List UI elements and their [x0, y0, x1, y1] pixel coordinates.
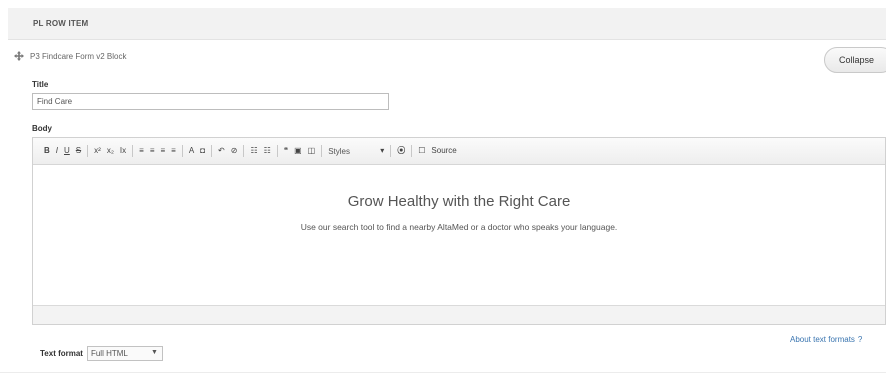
- underline-button[interactable]: U: [61, 144, 73, 158]
- content-heading: Grow Healthy with the Right Care: [347, 193, 571, 210]
- special-char-button[interactable]: ⦿: [394, 144, 408, 158]
- link-icon[interactable]: ⊘: [228, 144, 241, 158]
- text-format-label: Text format: [40, 349, 83, 358]
- superscript-button[interactable]: x²: [91, 144, 104, 158]
- align-right-button[interactable]: ≡: [158, 144, 169, 158]
- align-center-button[interactable]: ≡: [147, 144, 158, 158]
- styles-dropdown-arrow-icon[interactable]: ▾: [377, 144, 387, 158]
- styles-dropdown[interactable]: Styles: [325, 147, 377, 156]
- text-format-value: Full HTML: [90, 349, 128, 358]
- image-button[interactable]: ▣: [291, 144, 305, 158]
- toolbar-separator: [211, 145, 213, 157]
- editor-toolbar: B I U S x² x₂ Ix ≡ ≡ ≡ ≡ A ◘ ↶ ⊘ ☷ ☷ ❝ ▣…: [33, 138, 885, 165]
- chevron-down-icon: ▼: [151, 349, 158, 356]
- numbered-list-button[interactable]: ☷: [261, 144, 274, 158]
- text-format-select[interactable]: Full HTML ▼: [86, 346, 163, 361]
- body-label: Body: [32, 124, 52, 133]
- editor-content-area[interactable]: Grow Healthy with the Right Care Use our…: [33, 165, 885, 307]
- drag-handle-icon[interactable]: [14, 51, 24, 61]
- rich-text-editor: B I U S x² x₂ Ix ≡ ≡ ≡ ≡ A ◘ ↶ ⊘ ☷ ☷ ❝ ▣…: [32, 137, 886, 325]
- section-title: PL ROW ITEM: [33, 19, 89, 28]
- help-icon: ?: [857, 335, 863, 344]
- bold-button[interactable]: B: [41, 144, 53, 158]
- subscript-button[interactable]: x₂: [104, 144, 117, 158]
- toolbar-separator: [390, 145, 392, 157]
- blockquote-button[interactable]: ❝: [281, 144, 291, 158]
- toolbar-separator: [87, 145, 89, 157]
- block-label: P3 Findcare Form v2 Block: [30, 51, 127, 61]
- unlink-icon[interactable]: ↶: [215, 144, 228, 158]
- collapse-button[interactable]: Collapse: [824, 47, 886, 73]
- block-row: P3 Findcare Form v2 Block: [14, 51, 126, 61]
- italic-button[interactable]: I: [53, 144, 61, 158]
- about-text-formats-link[interactable]: About text formats ?: [790, 335, 862, 344]
- toolbar-separator: [132, 145, 134, 157]
- source-button[interactable]: Source: [428, 144, 459, 158]
- media-button[interactable]: ◫: [305, 144, 319, 158]
- align-left-button[interactable]: ≡: [136, 144, 147, 158]
- section-header: PL ROW ITEM: [8, 8, 886, 40]
- editor-statusbar: [33, 305, 885, 324]
- toolbar-separator: [321, 145, 323, 157]
- maximize-button[interactable]: ☐: [415, 144, 428, 158]
- title-label: Title: [32, 80, 49, 89]
- bg-color-button[interactable]: ◘: [197, 144, 208, 158]
- toolbar-separator: [181, 145, 183, 157]
- text-color-button[interactable]: A: [186, 144, 197, 158]
- align-justify-button[interactable]: ≡: [168, 144, 179, 158]
- content-paragraph: Use our search tool to find a nearby Alt…: [300, 222, 618, 232]
- divider: [0, 372, 886, 373]
- title-input[interactable]: [32, 93, 389, 110]
- toolbar-separator: [411, 145, 413, 157]
- bulleted-list-button[interactable]: ☷: [247, 144, 260, 158]
- strikethrough-button[interactable]: S: [73, 144, 84, 158]
- about-text-formats-label: About text formats: [790, 335, 855, 344]
- toolbar-separator: [276, 145, 278, 157]
- text-format-row: Text format Full HTML ▼: [40, 346, 163, 361]
- remove-format-button[interactable]: Ix: [117, 144, 129, 158]
- toolbar-separator: [243, 145, 245, 157]
